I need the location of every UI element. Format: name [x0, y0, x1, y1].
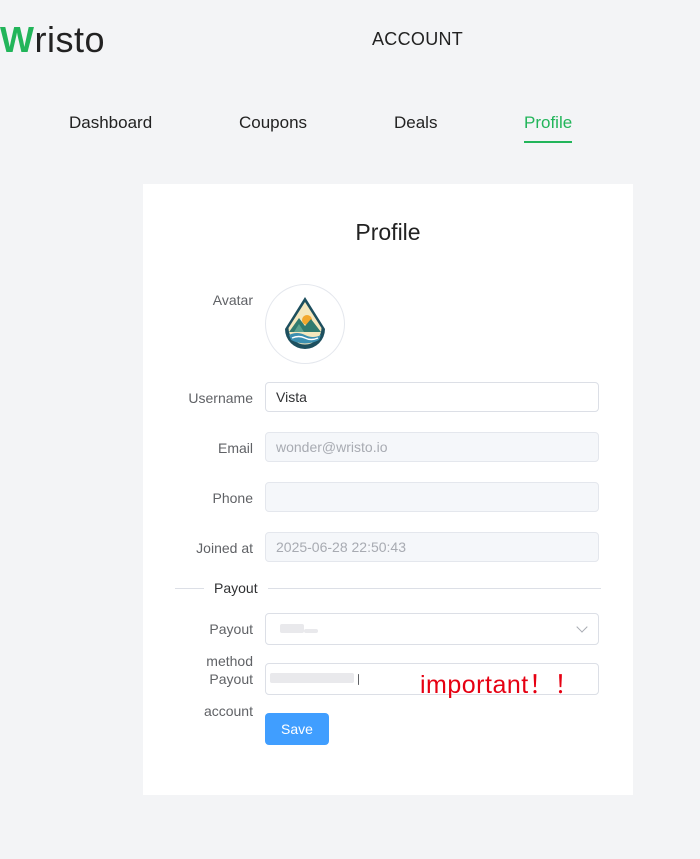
joined-input	[265, 532, 599, 562]
redacted-method-value-tail	[304, 629, 318, 633]
profile-card: Profile Avatar Username Email Phone Join…	[143, 184, 633, 795]
username-label: Username	[188, 390, 253, 406]
nav-profile[interactable]: Profile	[524, 113, 573, 143]
joined-label: Joined at	[196, 540, 253, 556]
payout-method-label-line2: method	[206, 653, 253, 669]
phone-input	[265, 482, 599, 512]
avatar[interactable]	[265, 284, 345, 364]
username-input[interactable]	[265, 382, 599, 412]
email-label: Email	[217, 440, 253, 456]
logo-w: W	[0, 19, 35, 60]
email-input	[265, 432, 599, 462]
payout-account-label-line1: Payout	[209, 671, 253, 687]
chevron-down-icon	[576, 621, 588, 633]
phone-label: Phone	[212, 490, 253, 506]
profile-title: Profile	[355, 219, 421, 245]
payout-account-label-line2: account	[203, 703, 253, 719]
main-nav: Dashboard Coupons Deals Profile	[0, 113, 700, 145]
save-button[interactable]: Save	[265, 713, 329, 745]
text-cursor	[358, 674, 359, 685]
payout-section-title: Payout	[204, 580, 268, 596]
payout-method-select[interactable]	[265, 613, 599, 645]
nav-deals[interactable]: Deals	[394, 113, 437, 141]
redacted-account-value	[270, 673, 354, 683]
logo-text: risto	[34, 19, 105, 60]
nav-coupons[interactable]: Coupons	[239, 113, 307, 141]
nav-dashboard[interactable]: Dashboard	[69, 113, 152, 141]
redacted-method-value	[280, 624, 304, 633]
wristo-logo[interactable]: Wristo	[0, 18, 105, 62]
important-note: important！！	[420, 671, 580, 699]
payout-method-label-line1: Payout	[209, 621, 253, 637]
mountain-sun-icon	[285, 297, 325, 349]
page-header-title: ACCOUNT	[372, 29, 464, 49]
avatar-label: Avatar	[212, 292, 253, 308]
